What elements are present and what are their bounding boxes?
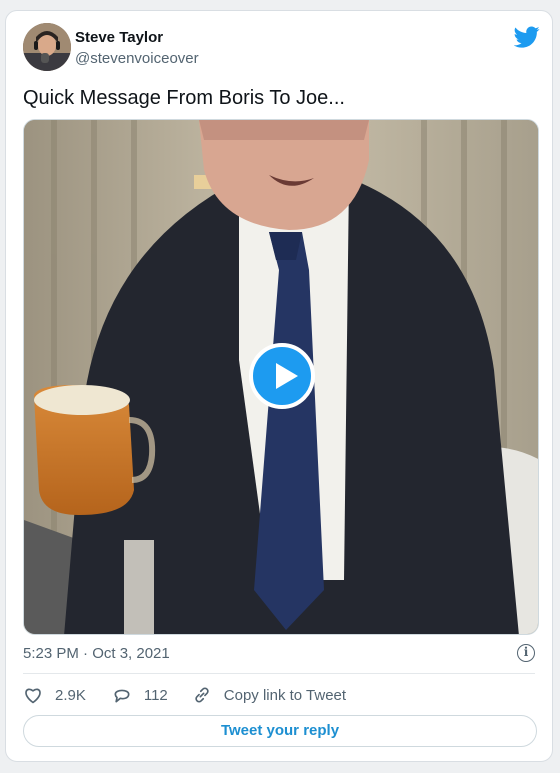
tweet-reply-button[interactable]: Tweet your reply — [23, 715, 537, 747]
info-icon[interactable]: i — [517, 644, 535, 662]
comment-icon — [114, 689, 130, 703]
reply-count-button[interactable]: 112 — [112, 685, 168, 705]
avatar-image — [23, 23, 71, 71]
tweet-text: Quick Message From Boris To Joe... — [23, 87, 345, 109]
like-button[interactable]: 2.9K — [23, 685, 86, 705]
reply-count: 112 — [143, 686, 168, 704]
twitter-bird-icon[interactable] — [514, 24, 540, 50]
video-player[interactable] — [23, 119, 539, 635]
copy-link-label: Copy link to Tweet — [223, 686, 347, 704]
avatar[interactable] — [23, 23, 71, 71]
heart-icon — [25, 688, 41, 704]
copy-link-button[interactable]: Copy link to Tweet — [192, 685, 346, 705]
divider — [23, 673, 535, 674]
like-count: 2.9K — [55, 686, 86, 704]
tweet-card: Steve Taylor @stevenvoiceover Quick Mess… — [5, 10, 553, 762]
tweet-timestamp[interactable]: 5:23 PM · Oct 3, 2021 — [23, 645, 170, 662]
play-button[interactable] — [249, 343, 315, 409]
author-handle[interactable]: @stevenvoiceover — [75, 50, 199, 67]
tweet-actions: 2.9K 112 Copy link to Tweet — [23, 684, 346, 706]
link-icon — [195, 687, 209, 703]
author-name[interactable]: Steve Taylor — [75, 29, 163, 46]
